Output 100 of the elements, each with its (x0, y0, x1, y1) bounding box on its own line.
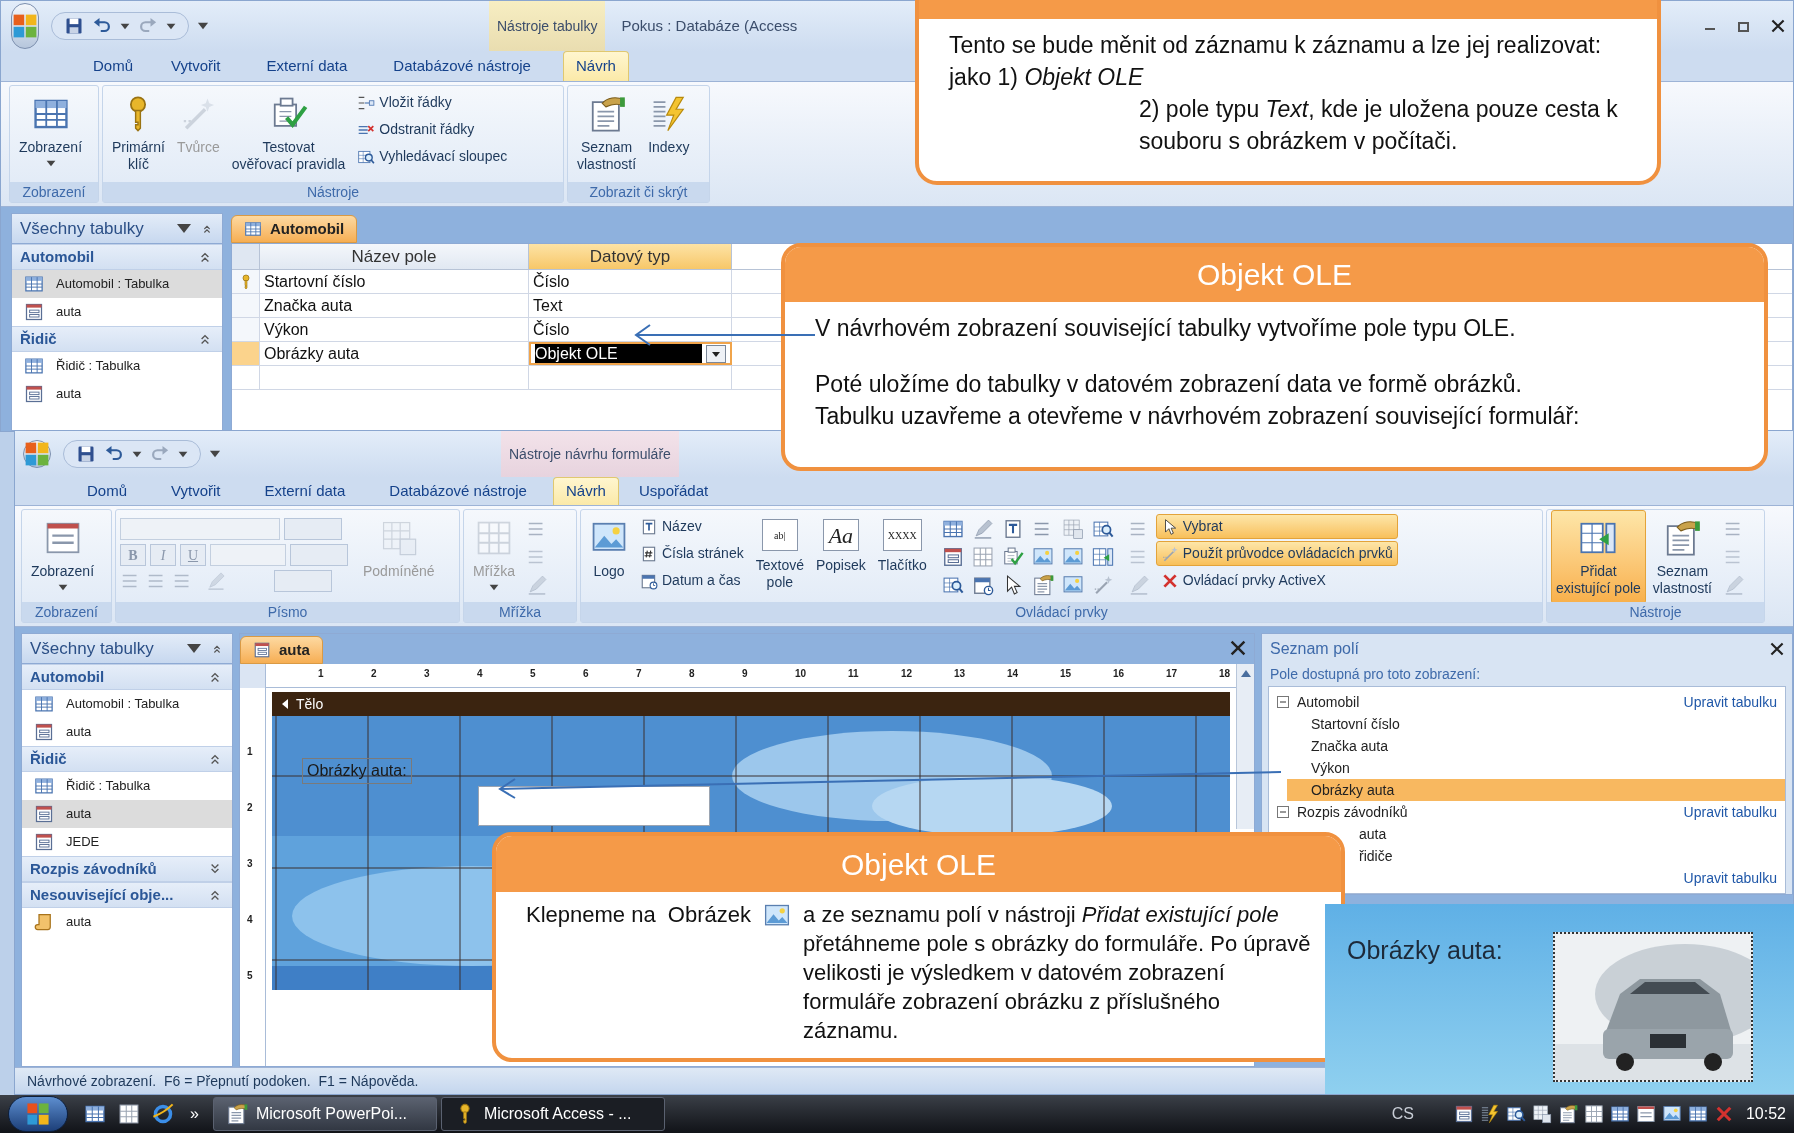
table-icon (34, 694, 54, 714)
office-button[interactable] (11, 3, 39, 49)
ribbon-button[interactable]: Ovládací prvky ActiveX (1155, 568, 1398, 593)
table-icon (24, 356, 44, 376)
table-icon (34, 776, 54, 796)
field-item[interactable]: Značka auta (1311, 735, 1389, 757)
ribbon-button[interactable]: Vybrat (1155, 514, 1398, 539)
office-button[interactable] (23, 440, 51, 468)
field-item[interactable]: Výkon (1311, 757, 1350, 779)
nav-group-header[interactable]: Řidič (22, 746, 232, 772)
pen-icon (206, 571, 226, 591)
ruler-number: 1 (247, 745, 253, 759)
edit-table-link[interactable]: Upravit tabulku (1683, 867, 1777, 889)
nav-group-header[interactable]: Řidič (12, 326, 222, 352)
language-indicator[interactable]: CS (1391, 1102, 1414, 1126)
dropdown-field[interactable]: Objekt OLE (529, 342, 732, 365)
nav-group-header[interactable]: Automobil (22, 664, 232, 690)
callout-text: Poté uložíme do tabulky v datovém zobrazení data ve formě obrázků. (815, 370, 1523, 399)
ribbon-button[interactable]: Název (635, 514, 749, 539)
window-title: Pokus : Databáze (Access (621, 15, 798, 36)
pane-header[interactable]: Všechny tabulky (22, 634, 232, 664)
ruler-number: 12 (901, 667, 913, 681)
scroll-up-icon[interactable] (1239, 668, 1252, 678)
ribbon-button[interactable]: Testovat ověřovací pravidla (226, 86, 351, 180)
nav-item[interactable]: Automobil : Tabulka (12, 270, 222, 298)
ribbon-button[interactable]: Přidat existující pole (1551, 510, 1646, 602)
image-icon (1661, 1104, 1682, 1124)
field-item[interactable]: Startovní číslo (1311, 713, 1400, 735)
ribbon-button[interactable]: Čísla stránek (635, 541, 749, 566)
field-item[interactable]: Obrázky auta (1287, 779, 1785, 801)
ribbon-tab[interactable]: Návrh (552, 477, 619, 505)
ribbon-tab[interactable]: Návrh (562, 51, 629, 81)
font-color-button[interactable] (284, 518, 342, 540)
ribbon-button[interactable]: Seznam vlastností (572, 86, 642, 180)
collapse-box-icon[interactable] (1277, 696, 1289, 708)
pane-title: Seznam polí (1270, 639, 1359, 659)
nav-item[interactable]: auta (22, 800, 232, 828)
ribbon-button[interactable]: Logo (585, 510, 633, 602)
nav-group-header[interactable]: Rozpis závodníků (22, 856, 232, 882)
conditional-format-icon (1531, 1104, 1552, 1124)
taskbar-button[interactable]: Microsoft PowerPoi... (212, 1097, 437, 1131)
start-button[interactable] (8, 1096, 68, 1132)
ruler-number: 2 (247, 801, 253, 815)
grid-icon (1583, 1104, 1604, 1124)
nav-group-header[interactable]: Automobil (12, 244, 222, 270)
scrollbar[interactable] (1236, 664, 1254, 829)
pen-icon (526, 574, 548, 596)
ribbon-button[interactable]: Primární klíč (107, 86, 170, 180)
row-selector[interactable] (232, 270, 260, 293)
edit-table-link[interactable]: Upravit tabulku (1683, 801, 1777, 823)
fill-color-button[interactable] (290, 544, 348, 566)
dropdown-button[interactable] (706, 344, 726, 363)
ruler-number: 2 (371, 667, 377, 681)
ribbon-tab[interactable]: Domů (81, 51, 145, 81)
ribbon-button[interactable]: Datum a čas (635, 568, 749, 593)
restore-icon[interactable] (1737, 19, 1751, 33)
pane-header[interactable]: Všechny tabulky (12, 214, 222, 244)
caret-icon (166, 22, 176, 30)
ribbon-button[interactable]: Zobrazení (14, 86, 88, 180)
form-icon (34, 722, 54, 742)
ribbon-tab[interactable]: Externí data (252, 477, 358, 505)
image-control[interactable] (478, 786, 710, 826)
ribbon-button[interactable]: Použít průvodce ovládacích prvků (1155, 541, 1398, 566)
form-icon (34, 832, 54, 852)
more-button[interactable]: » (190, 1102, 199, 1126)
browser-icon[interactable] (152, 1103, 174, 1125)
save-icon (76, 444, 96, 464)
table-name[interactable]: Rozpis závodníků (1297, 801, 1408, 823)
ribbon-button[interactable]: XXXX Tlačítko (872, 510, 932, 602)
ribbon-tab[interactable]: Uspořádat (626, 477, 721, 505)
taskbar-button[interactable]: Microsoft Access - ... (440, 1097, 665, 1131)
collapse-box-icon[interactable] (1277, 806, 1289, 818)
ribbon-tab[interactable]: Databázové nástroje (381, 51, 543, 81)
caret-icon (197, 22, 209, 30)
ruler-number: 4 (477, 667, 483, 681)
tool-glyph: Aa (822, 519, 859, 551)
document-tab[interactable]: Automobil (231, 215, 358, 243)
field-item[interactable]: auta (1359, 823, 1387, 845)
ribbon-tab[interactable]: Domů (75, 477, 139, 505)
caret-icon (209, 450, 221, 458)
ribbon-tab[interactable]: Externí data (254, 51, 360, 81)
ribbon-button[interactable]: Indexy (643, 86, 695, 180)
ruler-number: 18 (1219, 667, 1231, 681)
ribbon-tab[interactable]: Databázové nástroje (377, 477, 539, 505)
ribbon-button[interactable]: Vložit řádky (352, 90, 513, 115)
ribbon-button[interactable]: Vyhledávací sloupec (352, 144, 513, 169)
table-icon (84, 1103, 106, 1125)
table-name[interactable]: Automobil (1297, 691, 1360, 713)
form-label[interactable]: Obrázky auta: (302, 758, 412, 784)
ribbon-button[interactable]: Odstranit řádky (352, 117, 513, 142)
edit-table-link[interactable]: Upravit tabulku (1683, 691, 1777, 713)
ribbon-button[interactable]: ab| Textové pole (750, 510, 809, 602)
section-bar[interactable]: Tělo (272, 692, 1230, 716)
document-tab[interactable]: auta (240, 636, 323, 664)
title-icon (640, 517, 658, 536)
field-item[interactable]: řidiče (1359, 845, 1393, 867)
form-view-icon (1635, 1104, 1656, 1124)
ribbon-tab[interactable]: Vytvořit (159, 477, 233, 505)
ribbon-tab[interactable]: Vytvořit (159, 51, 233, 81)
nav-group-header[interactable]: Nesouvisející obje... (22, 882, 232, 908)
